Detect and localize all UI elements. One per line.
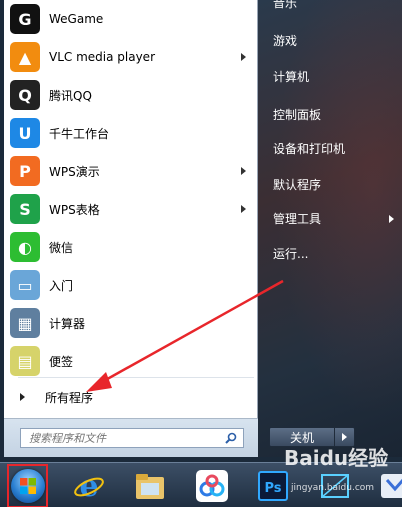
baidu-watermark: Baidu经验 (284, 446, 389, 470)
wegame-icon: G (10, 4, 40, 34)
search-icon[interactable] (225, 432, 237, 444)
internet-explorer-icon[interactable]: e (72, 469, 106, 503)
places-item[interactable]: 默认程序 (273, 176, 321, 193)
program-item[interactable]: ▭ 入门 (10, 267, 254, 303)
search-area (4, 418, 258, 457)
program-item[interactable]: U 千牛工作台 (10, 115, 254, 151)
svg-text:Ps: Ps (264, 481, 281, 496)
wps-presentation-icon: P (10, 156, 40, 186)
svg-text:e: e (79, 469, 98, 503)
sticky-notes-icon: ▤ (10, 346, 40, 376)
program-item[interactable]: ▲ VLC media player (10, 39, 254, 75)
all-programs-item[interactable]: 所有程序 (14, 386, 254, 408)
program-label: VLC media player (49, 50, 156, 64)
program-label: WeGame (49, 12, 104, 26)
places-item[interactable]: 计算机 (273, 68, 309, 85)
qianniu-icon: U (10, 118, 40, 148)
program-item[interactable]: S WPS表格 (10, 191, 254, 227)
places-item[interactable]: 管理工具 (273, 210, 321, 227)
submenu-arrow-icon (241, 53, 246, 61)
places-item[interactable]: 运行... (273, 245, 308, 262)
chevron-right-icon (342, 433, 347, 441)
places-item[interactable]: 设备和打印机 (273, 140, 345, 157)
separator (18, 377, 254, 378)
watermark-url: jingyan.baidu.com (291, 483, 375, 493)
program-item[interactable]: ▤ 便签 (10, 343, 254, 379)
photoshop-icon[interactable]: Ps (256, 469, 290, 503)
getting-started-icon: ▭ (10, 270, 40, 300)
app-icon[interactable] (378, 469, 402, 503)
wechat-icon: ◐ (10, 232, 40, 262)
program-label: 千牛工作台 (49, 126, 110, 141)
program-label: WPS演示 (49, 164, 100, 179)
all-programs-label: 所有程序 (45, 390, 94, 405)
start-button[interactable] (7, 464, 48, 507)
calculator-icon: ▦ (10, 308, 40, 338)
places-item[interactable]: 音乐 (273, 0, 297, 11)
qq-penguin-icon: Q (10, 80, 40, 110)
wps-spreadsheet-icon: S (10, 194, 40, 224)
windows-start-icon (10, 469, 45, 503)
submenu-arrow-icon (241, 167, 246, 175)
program-label: 腾讯QQ (49, 88, 92, 103)
baidu-netdisk-icon[interactable] (195, 469, 229, 503)
program-item[interactable]: G WeGame (10, 1, 254, 37)
submenu-arrow-icon (389, 215, 394, 223)
program-item[interactable]: P WPS演示 (10, 153, 254, 189)
search-box[interactable] (20, 428, 244, 448)
program-label: WPS表格 (49, 202, 100, 217)
submenu-arrow-icon (241, 205, 246, 213)
start-menu-places-panel: 音乐 游戏 计算机 控制面板 设备和打印机 默认程序 管理工具 运行... 关机 (258, 0, 402, 457)
program-label: 微信 (49, 240, 74, 255)
program-label: 便签 (49, 354, 74, 369)
file-explorer-icon[interactable] (133, 469, 167, 503)
triangle-right-icon (20, 393, 25, 401)
places-item[interactable]: 控制面板 (273, 106, 321, 123)
program-item[interactable]: Q 腾讯QQ (10, 77, 254, 113)
start-menu-programs-panel: G WeGame ▲ VLC media player Q 腾讯QQ U 千牛工作台 P WPS演… (4, 0, 258, 457)
program-label: 计算器 (49, 316, 86, 331)
program-label: 入门 (49, 278, 74, 293)
places-item[interactable]: 游戏 (273, 32, 297, 49)
program-item[interactable]: ▦ 计算器 (10, 305, 254, 341)
vlc-icon: ▲ (10, 42, 40, 72)
program-item[interactable]: ◐ 微信 (10, 229, 254, 265)
search-input[interactable] (29, 431, 219, 445)
